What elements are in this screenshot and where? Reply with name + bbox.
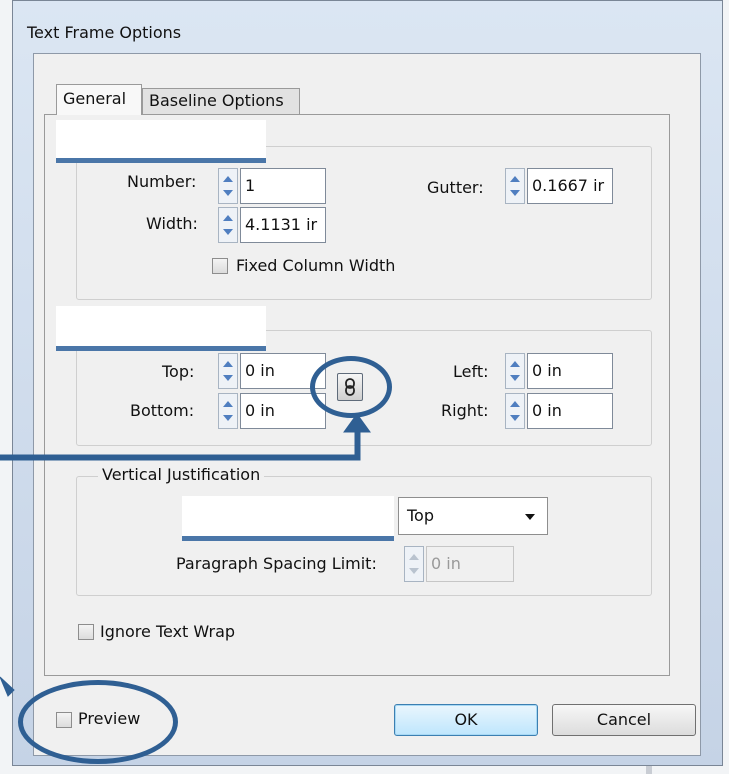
annotation-arrows [0,413,371,697]
annotation-arrow-head [343,413,371,433]
annotation-arrow-shaft-horizontal [0,454,361,461]
tab-general[interactable]: General [56,84,142,115]
annotation-arrow-preview [0,676,15,697]
